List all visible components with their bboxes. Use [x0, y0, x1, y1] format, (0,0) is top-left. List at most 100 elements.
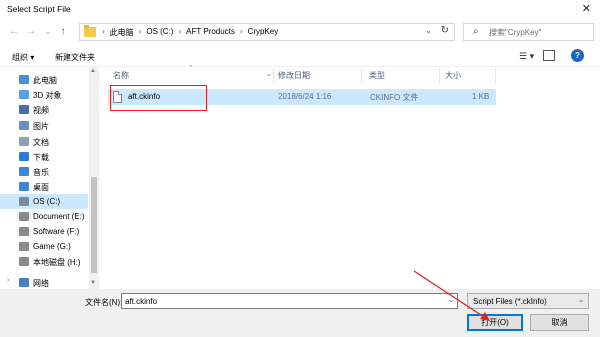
- breadcrumb-this-pc[interactable]: 此电脑: [110, 27, 134, 38]
- drive-icon: [19, 227, 29, 236]
- breadcrumb-separator: ›: [102, 27, 105, 36]
- chevron-down-icon[interactable]: ⌄: [425, 26, 432, 35]
- sidebar-item-label: OS (C:): [33, 197, 61, 206]
- sidebar-item-label: 此电脑: [33, 76, 57, 85]
- sort-ascending-icon: ⌃: [188, 65, 194, 72]
- sidebar-item-label: 音乐: [33, 168, 49, 177]
- preview-pane-icon[interactable]: [543, 50, 555, 61]
- column-header-row: ⌃ 名称 ⌄ 修改日期 类型 大小: [102, 65, 600, 84]
- computer-icon: [19, 75, 29, 84]
- sidebar-item-label: Game (G:): [33, 242, 71, 251]
- search-icon: ⌕: [473, 26, 479, 37]
- drive-icon: [19, 257, 29, 266]
- sidebar-item-label: 3D 对象: [33, 91, 62, 100]
- sidebar-item[interactable]: 下载: [0, 149, 88, 164]
- column-divider[interactable]: [273, 68, 274, 83]
- sidebar-item-label: Document (E:): [33, 212, 85, 221]
- downloads-icon: [19, 152, 29, 161]
- column-divider[interactable]: [361, 68, 362, 83]
- sidebar-item[interactable]: 图片: [0, 118, 88, 133]
- column-header-date[interactable]: 修改日期: [278, 70, 310, 81]
- sidebar-item-label: Software (F:): [33, 227, 80, 236]
- filename-input[interactable]: [125, 296, 425, 307]
- address-bar[interactable]: › 此电脑 › OS (C:) › AFT Products › CrypKey…: [79, 23, 455, 41]
- file-type-value: Script Files (*.ckInfo): [473, 297, 547, 306]
- breadcrumb-crypkey[interactable]: CrypKey: [248, 27, 279, 38]
- drive-icon: [19, 212, 29, 221]
- sidebar-item-label: 网络: [33, 279, 49, 288]
- sidebar-item[interactable]: 本地磁盘 (H:): [0, 254, 88, 269]
- help-icon[interactable]: ?: [571, 49, 584, 62]
- window-title: Select Script File: [7, 4, 71, 14]
- sidebar-item[interactable]: 视频: [0, 102, 88, 117]
- new-folder-button[interactable]: 新建文件夹: [55, 52, 95, 63]
- 3d-objects-icon: [19, 90, 29, 99]
- breadcrumb-separator: ›: [178, 27, 182, 36]
- column-header-name[interactable]: 名称: [113, 70, 129, 81]
- sidebar-item[interactable]: Software (F:): [0, 224, 88, 239]
- file-type: CKINFO 文件: [370, 93, 419, 102]
- music-icon: [19, 167, 29, 176]
- up-arrow-icon[interactable]: ↑: [56, 24, 70, 40]
- sidebar-item-label: 桌面: [33, 183, 49, 192]
- drive-icon: [19, 197, 29, 206]
- desktop-icon: [19, 182, 29, 191]
- highlight-box: [110, 85, 207, 111]
- search-input[interactable]: [489, 25, 589, 39]
- column-header-size[interactable]: 大小: [445, 70, 461, 81]
- scroll-up-icon[interactable]: ▲: [90, 68, 96, 74]
- sidebar-item[interactable]: 此电脑: [0, 72, 88, 87]
- cancel-button[interactable]: 取消: [530, 314, 589, 331]
- recent-locations-icon[interactable]: ⌄: [41, 24, 55, 40]
- chevron-down-icon: ⌄: [578, 297, 584, 304]
- network-icon: [19, 278, 29, 287]
- breadcrumb-os-c[interactable]: OS (C:): [146, 27, 173, 38]
- sidebar-item[interactable]: 音乐: [0, 164, 88, 179]
- breadcrumb: › 此电脑 › OS (C:) › AFT Products › CrypKey: [102, 27, 278, 38]
- navigation-bar: ← → ⌄ ↑ › 此电脑 › OS (C:) › AFT Products ›…: [0, 19, 600, 45]
- open-button[interactable]: 打开(O): [467, 314, 523, 331]
- sidebar-scrollbar[interactable]: ▲ ▼: [89, 67, 99, 289]
- refresh-icon[interactable]: ↻: [441, 25, 449, 36]
- sidebar-item[interactable]: Document (E:): [0, 209, 88, 224]
- sidebar-item-label: 本地磁盘 (H:): [33, 258, 81, 267]
- column-header-type[interactable]: 类型: [369, 70, 385, 81]
- back-arrow-icon[interactable]: ←: [7, 24, 21, 40]
- filename-label: 文件名(N):: [85, 298, 123, 307]
- sidebar-item-label: 下载: [33, 153, 49, 162]
- search-box[interactable]: ⌕: [463, 23, 594, 41]
- forward-arrow-icon[interactable]: →: [24, 24, 38, 40]
- sidebar-item[interactable]: 桌面: [0, 179, 88, 194]
- file-type-select[interactable]: Script Files (*.ckInfo) ⌄: [467, 293, 589, 309]
- sidebar-item[interactable]: Game (G:): [0, 239, 88, 254]
- sidebar-item[interactable]: 文档: [0, 134, 88, 149]
- sidebar-item-label: 视频: [33, 106, 49, 115]
- column-divider[interactable]: [439, 68, 440, 83]
- expand-arrow-icon[interactable]: ›: [7, 277, 9, 284]
- close-icon[interactable]: ✕: [582, 2, 591, 16]
- file-date: 2018/6/24 1:16: [278, 92, 332, 101]
- change-view-icon[interactable]: ☰ ▾: [519, 51, 534, 62]
- breadcrumb-aft-products[interactable]: AFT Products: [186, 27, 235, 38]
- video-icon: [19, 105, 29, 114]
- breadcrumb-separator: ›: [239, 27, 243, 36]
- scroll-down-icon[interactable]: ▼: [90, 280, 96, 286]
- column-divider[interactable]: [495, 68, 496, 83]
- navigation-pane: 此电脑 3D 对象视频图片文档下载音乐桌面 OS (C:) Document (E:)…: [0, 67, 100, 289]
- pictures-icon: [19, 121, 29, 130]
- dialog-footer: 文件名(N): ⌄ Script Files (*.ckInfo) ⌄ 打开(O…: [0, 289, 600, 337]
- sidebar-item[interactable]: › 网络: [0, 275, 88, 290]
- filename-field[interactable]: ⌄: [121, 293, 458, 309]
- command-toolbar: 组织 ▾ 新建文件夹 ☰ ▾ ?: [0, 46, 600, 67]
- breadcrumb-separator: ›: [138, 27, 142, 36]
- sidebar-item-label: 文档: [33, 138, 49, 147]
- folder-icon: [84, 25, 96, 37]
- file-size: 1 KB: [472, 92, 490, 101]
- column-dropdown-icon[interactable]: ⌄: [266, 70, 272, 78]
- organize-button[interactable]: 组织 ▾: [12, 52, 34, 63]
- scrollbar-thumb[interactable]: [91, 177, 97, 273]
- chevron-down-icon[interactable]: ⌄: [448, 296, 454, 304]
- sidebar-item[interactable]: OS (C:): [0, 194, 88, 209]
- sidebar-item[interactable]: 3D 对象: [0, 87, 88, 102]
- sidebar-item-label: 图片: [33, 122, 49, 131]
